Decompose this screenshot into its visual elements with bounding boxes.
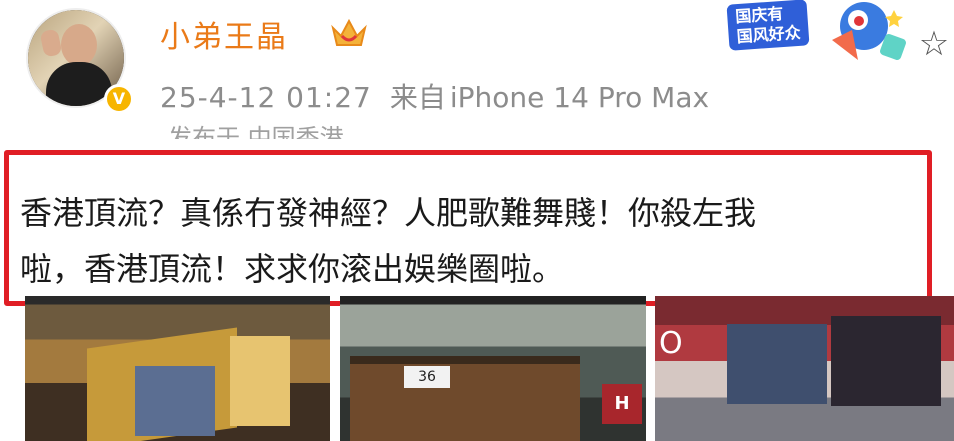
post-photo-2[interactable]: 36 H bbox=[340, 296, 646, 441]
avatar-body bbox=[46, 62, 112, 106]
post-text: 香港頂流？真係冇發神經？人肥歌難舞賤！你殺左我 啦，香港頂流！求求你滚出娛樂圈啦… bbox=[20, 185, 942, 297]
tram-route-sign: 36 bbox=[404, 366, 450, 388]
mascot-icon bbox=[832, 2, 906, 60]
photo-tram bbox=[350, 356, 580, 441]
avatar-head bbox=[61, 24, 97, 66]
device-name: iPhone 14 Pro Max bbox=[449, 81, 710, 114]
post-photo-3[interactable]: O bbox=[655, 296, 954, 441]
username[interactable]: 小弟王晶 bbox=[160, 12, 288, 56]
photo-sign-ring: O bbox=[659, 326, 683, 361]
shop-sign: H bbox=[602, 384, 642, 424]
favorite-star-button[interactable]: ☆ bbox=[916, 26, 952, 62]
photo-poster bbox=[230, 336, 290, 426]
post-time: 25-4-12 01:27 bbox=[160, 81, 372, 114]
festival-line-2: 国风好众 bbox=[736, 22, 802, 47]
avatar-container[interactable]: V bbox=[26, 8, 134, 114]
post-text-line-2: 啦，香港頂流！求求你滚出娛樂圈啦。 bbox=[20, 250, 565, 288]
verified-badge-icon: V bbox=[104, 84, 134, 114]
post-location: 发布于 中国香港 bbox=[168, 124, 344, 152]
post-photo-1[interactable] bbox=[25, 296, 330, 441]
photo-screen bbox=[135, 366, 215, 436]
photo-screen-right bbox=[831, 316, 941, 406]
photo-screen-left bbox=[727, 324, 827, 404]
post-meta: 25-4-12 01:27 来自 iPhone 14 Pro Max bbox=[160, 76, 709, 116]
festival-badge[interactable]: 国庆有 国风好众 bbox=[720, 0, 920, 66]
source-label: 来自 bbox=[389, 81, 446, 114]
festival-badge-text: 国庆有 国风好众 bbox=[726, 0, 810, 51]
post-text-line-1: 香港頂流？真係冇發神經？人肥歌難舞賤！你殺左我 bbox=[20, 194, 757, 232]
crown-icon bbox=[331, 18, 367, 46]
